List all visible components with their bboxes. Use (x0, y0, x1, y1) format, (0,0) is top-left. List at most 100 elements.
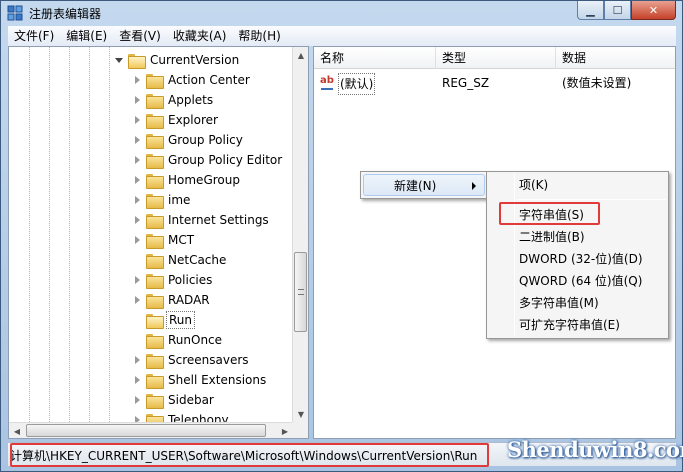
folder-icon (146, 233, 164, 249)
tree-item-label: Sidebar (168, 393, 214, 407)
collapsed-arrow-icon[interactable] (135, 176, 140, 184)
folder-icon (146, 393, 164, 409)
menu-item-expandable-string-value[interactable]: 可扩充字符串值(E) (489, 314, 666, 336)
scroll-left-arrow-icon[interactable]: ◀ (9, 423, 25, 438)
tree-item[interactable]: Group Policy Editor (135, 150, 284, 170)
table-row[interactable]: ab (默认) REG_SZ (数值未设置) (314, 73, 675, 95)
tree-item[interactable]: Group Policy (135, 130, 245, 150)
menu-view[interactable]: 查看(V) (113, 26, 167, 46)
registry-editor-window: 注册表编辑器 ▁ ☐ ✕ 文件(F) 编辑(E) 查看(V) 收藏夹(A) 帮助… (0, 0, 683, 472)
tree-item[interactable]: RADAR (135, 290, 212, 310)
tree-item-label: Explorer (168, 113, 218, 127)
collapsed-arrow-icon[interactable] (135, 136, 140, 144)
folder-icon (146, 253, 164, 269)
tree-item[interactable]: NetCache (135, 250, 228, 270)
new-submenu: 项(K) 字符串值(S) 二进制值(B) DWORD (32-位)值(D) QW… (486, 171, 669, 339)
tree-item-label: NetCache (168, 253, 227, 267)
window-title: 注册表编辑器 (29, 7, 102, 21)
tree-guide-line (109, 47, 110, 438)
menu-file[interactable]: 文件(F) (8, 26, 60, 46)
column-header-type[interactable]: 类型 (436, 47, 556, 69)
tree-item[interactable]: Action Center (135, 70, 252, 90)
maximize-icon: ☐ (612, 3, 623, 17)
scrollbar-corner (292, 422, 308, 438)
list-header: 名称 类型 数据 (314, 47, 675, 69)
tree-item-currentversion[interactable]: CurrentVersion (115, 50, 241, 70)
expanded-arrow-icon[interactable] (115, 57, 123, 63)
watermark-logo: Shenduwin8.com (507, 437, 683, 462)
folder-icon (146, 293, 164, 309)
tree-item[interactable]: Screensavers (135, 350, 251, 370)
collapsed-arrow-icon[interactable] (135, 216, 140, 224)
tree-item[interactable]: Sidebar (135, 390, 216, 410)
tree-vertical-scrollbar[interactable]: ▲ ▼ (292, 47, 308, 422)
tree-guide-line (29, 47, 30, 438)
collapsed-arrow-icon[interactable] (135, 96, 140, 104)
folder-icon (146, 333, 164, 349)
menu-item-key[interactable]: 项(K) (489, 174, 666, 196)
menu-favorites[interactable]: 收藏夹(A) (167, 26, 233, 46)
tree-item-label-selected: Run (166, 311, 196, 329)
folder-icon (146, 113, 164, 129)
tree-item-label: Group Policy (168, 133, 243, 147)
menu-item-qword-value[interactable]: QWORD (64 位)值(Q) (489, 270, 666, 292)
registry-tree-pane[interactable]: CurrentVersion Action Center Applets Exp… (8, 46, 309, 439)
value-name: (默认) (338, 73, 376, 95)
tree-item[interactable]: ime (135, 190, 192, 210)
menu-help[interactable]: 帮助(H) (232, 26, 286, 46)
tree-item-label: ime (168, 193, 191, 207)
scroll-thumb[interactable] (26, 424, 266, 437)
open-folder-icon (128, 53, 146, 69)
collapsed-arrow-icon[interactable] (135, 116, 140, 124)
context-menu: 新建(N) (360, 171, 488, 199)
submenu-arrow-icon (472, 182, 476, 190)
caption-buttons: ▁ ☐ ✕ (577, 1, 676, 21)
close-button[interactable]: ✕ (631, 1, 676, 20)
tree-item[interactable]: MCT (135, 230, 196, 250)
tree-guide-line (89, 47, 90, 438)
tree-item[interactable]: RunOnce (135, 330, 224, 350)
collapsed-arrow-icon[interactable] (135, 276, 140, 284)
tree-item[interactable]: HomeGroup (135, 170, 242, 190)
collapsed-arrow-icon[interactable] (135, 356, 140, 364)
title-bar[interactable]: 注册表编辑器 ▁ ☐ ✕ (1, 1, 682, 25)
collapsed-arrow-icon[interactable] (135, 76, 140, 84)
tree-item-label: RADAR (168, 293, 210, 307)
collapsed-arrow-icon[interactable] (135, 376, 140, 384)
tree-item-label: Internet Settings (168, 213, 269, 227)
tree-item-label: RunOnce (168, 333, 223, 347)
folder-icon (146, 153, 164, 169)
menu-item-new[interactable]: 新建(N) (363, 174, 485, 196)
menu-edit[interactable]: 编辑(E) (60, 26, 113, 46)
scroll-up-arrow-icon[interactable]: ▲ (293, 47, 308, 63)
scroll-thumb[interactable] (294, 252, 307, 332)
folder-icon (146, 93, 164, 109)
annotation-highlight-box (499, 202, 600, 225)
collapsed-arrow-icon[interactable] (135, 396, 140, 404)
menu-item-binary-value[interactable]: 二进制值(B) (489, 226, 666, 248)
column-header-name[interactable]: 名称 (314, 47, 436, 69)
menu-item-dword-value[interactable]: DWORD (32-位)值(D) (489, 248, 666, 270)
tree-item-label: Screensavers (168, 353, 249, 367)
minimize-button[interactable]: ▁ (577, 1, 604, 20)
menu-item-multi-string-value[interactable]: 多字符串值(M) (489, 292, 666, 314)
maximize-button[interactable]: ☐ (604, 1, 631, 20)
scroll-down-arrow-icon[interactable]: ▼ (293, 406, 308, 422)
menu-item-label: 新建(N) (394, 179, 437, 193)
tree-item[interactable]: Applets (135, 90, 215, 110)
tree-item[interactable]: Policies (135, 270, 214, 290)
tree-horizontal-scrollbar[interactable]: ◀ ▶ (9, 422, 293, 438)
collapsed-arrow-icon[interactable] (135, 196, 140, 204)
tree-guide-line (49, 47, 50, 438)
tree-item[interactable]: Internet Settings (135, 210, 271, 230)
tree-item[interactable]: Explorer (135, 110, 220, 130)
tree-item-run[interactable]: Run (135, 310, 196, 330)
collapsed-arrow-icon[interactable] (135, 236, 140, 244)
scroll-right-arrow-icon[interactable]: ▶ (277, 423, 293, 438)
column-header-data[interactable]: 数据 (556, 47, 675, 69)
collapsed-arrow-icon[interactable] (135, 156, 140, 164)
value-data: (数值未设置) (562, 76, 632, 90)
collapsed-arrow-icon[interactable] (135, 296, 140, 304)
tree-item[interactable]: Shell Extensions (135, 370, 268, 390)
folder-icon (146, 133, 164, 149)
